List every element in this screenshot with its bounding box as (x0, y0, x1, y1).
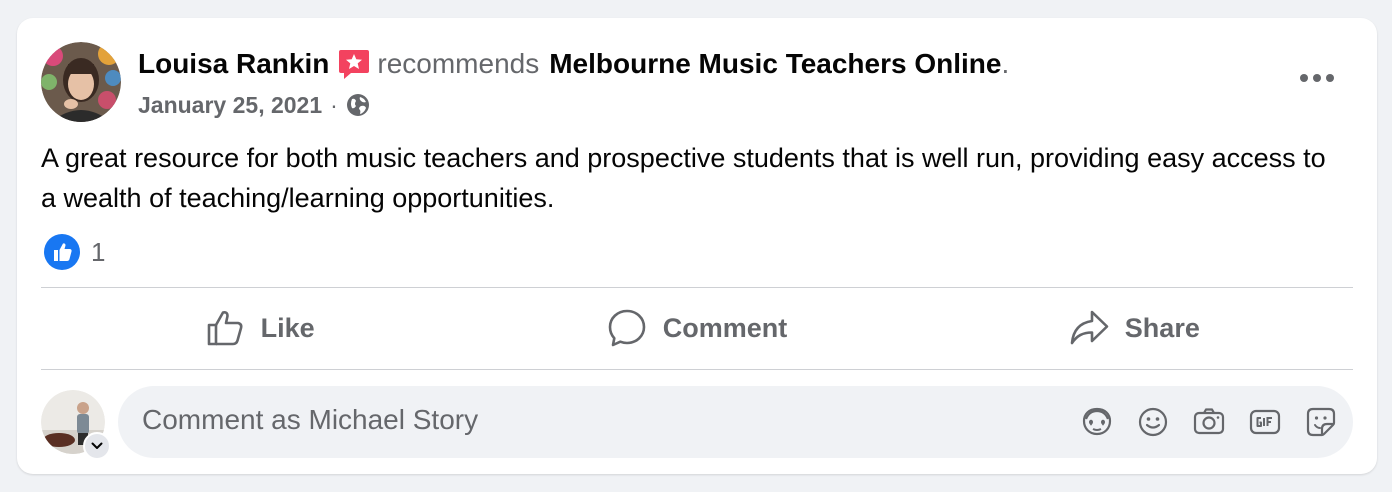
header-period: . (1001, 48, 1010, 79)
like-button-label: Like (260, 312, 315, 343)
comment-button[interactable]: Comment (478, 288, 915, 368)
reactions-summary[interactable]: 1 (43, 232, 105, 272)
post-body-text: A great resource for both music teachers… (41, 143, 1326, 213)
viewer-avatar-button[interactable] (41, 390, 111, 460)
composer-toolbar (1059, 404, 1339, 440)
sticker-icon[interactable] (1303, 404, 1339, 440)
avatar-sticker-icon[interactable] (1079, 404, 1115, 440)
recommendation-icon (339, 50, 370, 79)
like-reaction-icon (44, 234, 80, 270)
thumbs-up-icon (207, 311, 243, 346)
post-meta: January 25, 2021 · (138, 88, 370, 122)
chevron-down-icon (83, 432, 111, 460)
camera-icon[interactable] (1191, 404, 1227, 440)
comment-bubble-icon (608, 309, 646, 347)
share-button-label: Share (1124, 312, 1200, 343)
comment-placeholder: Comment as Michael Story (142, 404, 479, 435)
globe-icon[interactable] (346, 93, 370, 117)
more-options-button[interactable] (1293, 58, 1341, 98)
share-button[interactable]: Share (916, 288, 1353, 368)
page-name-link[interactable]: Melbourne Music Teachers Online (549, 48, 1001, 80)
gif-icon[interactable] (1247, 404, 1283, 440)
comment-button-label: Comment (662, 312, 788, 343)
divider-bottom (41, 369, 1353, 370)
post-header: Louisa Rankin recommends Melbourne Music… (138, 45, 1009, 83)
action-bar: Like Comment Share (41, 288, 1353, 368)
author-avatar[interactable] (41, 42, 121, 122)
recommends-text: recommends (377, 48, 540, 79)
emoji-icon[interactable] (1135, 404, 1171, 440)
comment-input[interactable]: Comment as Michael Story (118, 386, 1353, 458)
post-card: Louisa Rankin recommends Melbourne Music… (17, 18, 1377, 474)
share-arrow-icon (1070, 310, 1109, 345)
more-options-icon (1300, 74, 1334, 82)
reaction-count: 1 (91, 236, 106, 267)
meta-separator: · (330, 91, 338, 118)
like-button[interactable]: Like (41, 288, 478, 368)
post-date-link[interactable]: January 25, 2021 (138, 92, 322, 119)
author-name-link[interactable]: Louisa Rankin (138, 48, 329, 80)
